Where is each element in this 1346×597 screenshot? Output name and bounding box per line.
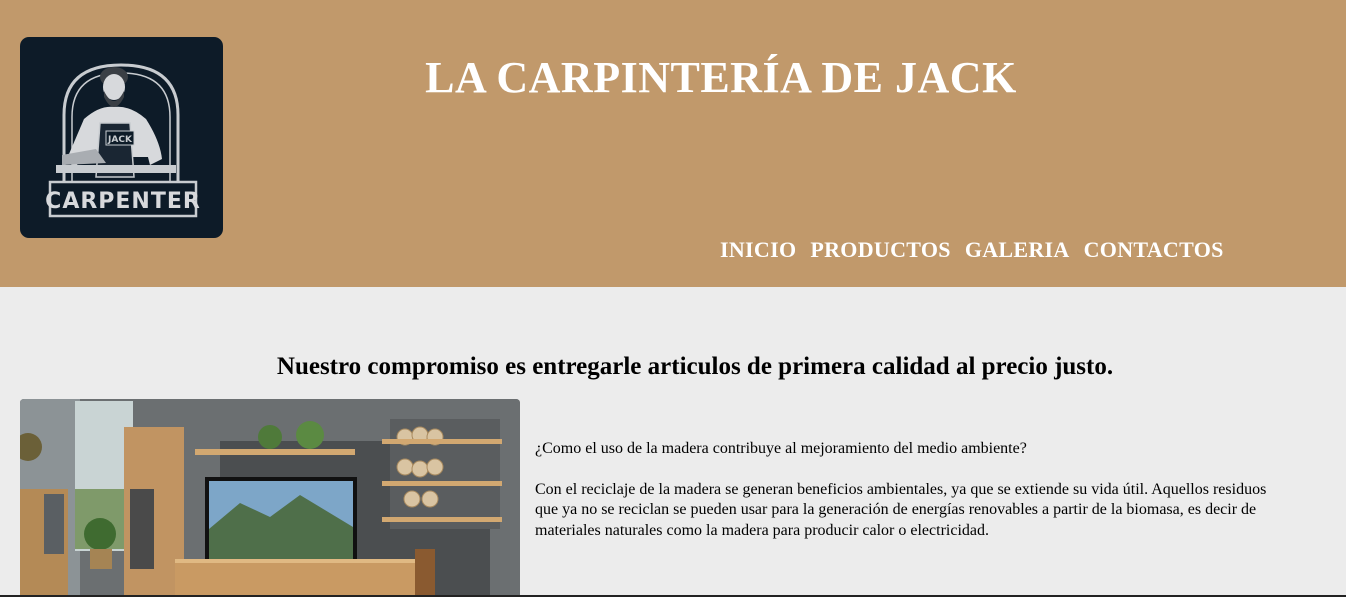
commitment-headline: Nuestro compromiso es entregarle articul… <box>276 353 1114 380</box>
nav-productos[interactable]: PRODUCTOS <box>810 237 950 263</box>
nav-contactos[interactable]: CONTACTOS <box>1084 237 1224 263</box>
site-header: JACK CARPENTER LA CARPINTERÍA DE JACK IN… <box>0 0 1346 287</box>
main-nav: INICIO PRODUCTOS GALERIA CONTACTOS <box>720 237 1224 263</box>
svg-text:CARPENTER: CARPENTER <box>45 189 201 214</box>
environment-text: ¿Como el uso de la madera contribuye al … <box>535 439 1346 541</box>
answer-line: que ya no se reciclan se pueden usar par… <box>535 501 1257 518</box>
site-title: LA CARPINTERÍA DE JACK <box>425 53 1017 102</box>
furniture-photo-image <box>20 399 520 597</box>
answer-line: Con el reciclaje de la madera se generan… <box>535 480 1267 498</box>
answer-line: materiales naturales como la madera para… <box>535 521 989 539</box>
nav-galeria[interactable]: GALERIA <box>965 237 1070 263</box>
nav-inicio[interactable]: INICIO <box>720 237 796 263</box>
question-text: ¿Como el uso de la madera contribuye al … <box>535 440 1027 457</box>
svg-text:JACK: JACK <box>107 135 133 145</box>
